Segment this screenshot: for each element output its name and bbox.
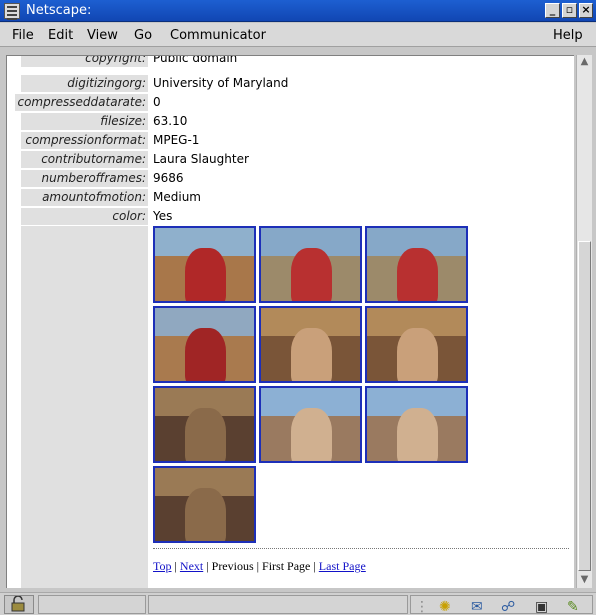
metadata-value: Laura Slaughter bbox=[153, 152, 249, 166]
metadata-key: filesize: bbox=[21, 113, 148, 130]
nav-separator: | bbox=[174, 559, 177, 573]
metadata-key: color: bbox=[21, 208, 148, 225]
vertical-scrollbar[interactable]: ▲ ▼ bbox=[576, 55, 592, 588]
metadata-value: Public domain bbox=[153, 55, 238, 65]
nav-first-page-text: First Page bbox=[262, 559, 311, 573]
nav-top-link[interactable]: Top bbox=[153, 559, 172, 573]
mail-icon[interactable]: ✉ bbox=[471, 599, 483, 615]
nav-last-page-link[interactable]: Last Page bbox=[319, 559, 366, 573]
metadata-value: 63.10 bbox=[153, 114, 188, 128]
nav-separator: | bbox=[256, 559, 260, 573]
metadata-key: compresseddatarate: bbox=[15, 94, 148, 111]
keyframe-thumbnail[interactable] bbox=[259, 306, 362, 383]
status-progress bbox=[38, 595, 146, 614]
composer-icon[interactable]: ▣ bbox=[535, 599, 548, 615]
keyframe-thumbnail[interactable] bbox=[153, 466, 256, 543]
security-lock-icon[interactable] bbox=[4, 595, 34, 614]
nav-previous-text: Previous bbox=[211, 559, 254, 573]
edit-icon[interactable]: ✎ bbox=[567, 599, 579, 615]
thumbnail-subject bbox=[396, 328, 439, 381]
keyframe-thumbnail[interactable] bbox=[153, 386, 256, 463]
keyframe-thumbnail[interactable] bbox=[153, 306, 256, 383]
minimize-button[interactable]: _ bbox=[545, 3, 560, 18]
metadata-key: amountofmotion: bbox=[21, 189, 148, 206]
menu-help[interactable]: Help bbox=[553, 28, 583, 43]
page-content: copyright: Public domain digitizingorg: … bbox=[6, 55, 574, 588]
scrollbar-thumb[interactable] bbox=[578, 241, 591, 571]
keyframe-thumbnail[interactable] bbox=[365, 226, 468, 303]
divider bbox=[153, 548, 569, 549]
close-button[interactable]: × bbox=[579, 3, 593, 18]
component-bar: ⋮ ✺ ✉ ☍ ▣ ✎ bbox=[410, 595, 593, 615]
page-navigation: Top | Next | Previous | First Page | Las… bbox=[153, 559, 366, 574]
menu-go[interactable]: Go bbox=[134, 28, 152, 43]
maximize-button[interactable]: ▫ bbox=[562, 3, 577, 18]
menu-communicator[interactable]: Communicator bbox=[170, 28, 266, 43]
thumbnail-subject bbox=[290, 328, 333, 381]
keyframe-thumbnail[interactable] bbox=[259, 226, 362, 303]
metadata-value: Yes bbox=[153, 209, 173, 223]
thumbnail-subject bbox=[396, 408, 439, 461]
metadata-key: contributorname: bbox=[21, 151, 148, 168]
keyframe-thumbnail[interactable] bbox=[259, 386, 362, 463]
discussion-icon[interactable]: ☍ bbox=[501, 599, 515, 615]
thumbnail-subject bbox=[184, 408, 227, 461]
scroll-up-arrow-icon[interactable]: ▲ bbox=[577, 55, 592, 69]
keyframe-thumbnail[interactable] bbox=[365, 306, 468, 383]
metadata-value: Medium bbox=[153, 190, 201, 204]
window-title: Netscape: bbox=[26, 3, 92, 18]
menu-edit[interactable]: Edit bbox=[48, 28, 73, 43]
nav-separator: | bbox=[206, 559, 209, 573]
nav-next-link[interactable]: Next bbox=[180, 559, 203, 573]
metadata-value: MPEG-1 bbox=[153, 133, 200, 147]
thumbnail-subject bbox=[290, 408, 333, 461]
metadata-value: 0 bbox=[153, 95, 161, 109]
menu-view[interactable]: View bbox=[87, 28, 118, 43]
thumbnail-subject bbox=[396, 248, 439, 301]
menu-file[interactable]: File bbox=[12, 28, 34, 43]
scroll-down-arrow-icon[interactable]: ▼ bbox=[577, 573, 592, 587]
window-menu-icon[interactable] bbox=[4, 3, 20, 20]
status-bar: ⋮ ✺ ✉ ☍ ▣ ✎ bbox=[0, 592, 596, 615]
metadata-key: numberofframes: bbox=[21, 170, 148, 187]
nav-separator: | bbox=[313, 559, 316, 573]
thumbnail-subject bbox=[184, 488, 227, 541]
status-message bbox=[148, 595, 408, 614]
metadata-key: compressionformat: bbox=[21, 132, 148, 149]
thumbnail-subject bbox=[290, 248, 333, 301]
metadata-key: copyright: bbox=[21, 56, 148, 67]
thumbnail-subject bbox=[184, 328, 227, 381]
component-bar-grip-icon[interactable]: ⋮ bbox=[415, 599, 429, 615]
metadata-value: University of Maryland bbox=[153, 76, 289, 90]
metadata-key: digitizingorg: bbox=[21, 75, 148, 92]
thumbnail-subject bbox=[184, 248, 227, 301]
title-bar: Netscape: _ ▫ × bbox=[0, 0, 596, 22]
navigator-icon[interactable]: ✺ bbox=[439, 599, 451, 615]
menu-bar: File Edit View Go Communicator Help bbox=[0, 23, 596, 47]
keyframe-thumbnail[interactable] bbox=[153, 226, 256, 303]
metadata-value: 9686 bbox=[153, 171, 184, 185]
label-column-background bbox=[21, 226, 148, 588]
keyframe-thumbnail[interactable] bbox=[365, 386, 468, 463]
